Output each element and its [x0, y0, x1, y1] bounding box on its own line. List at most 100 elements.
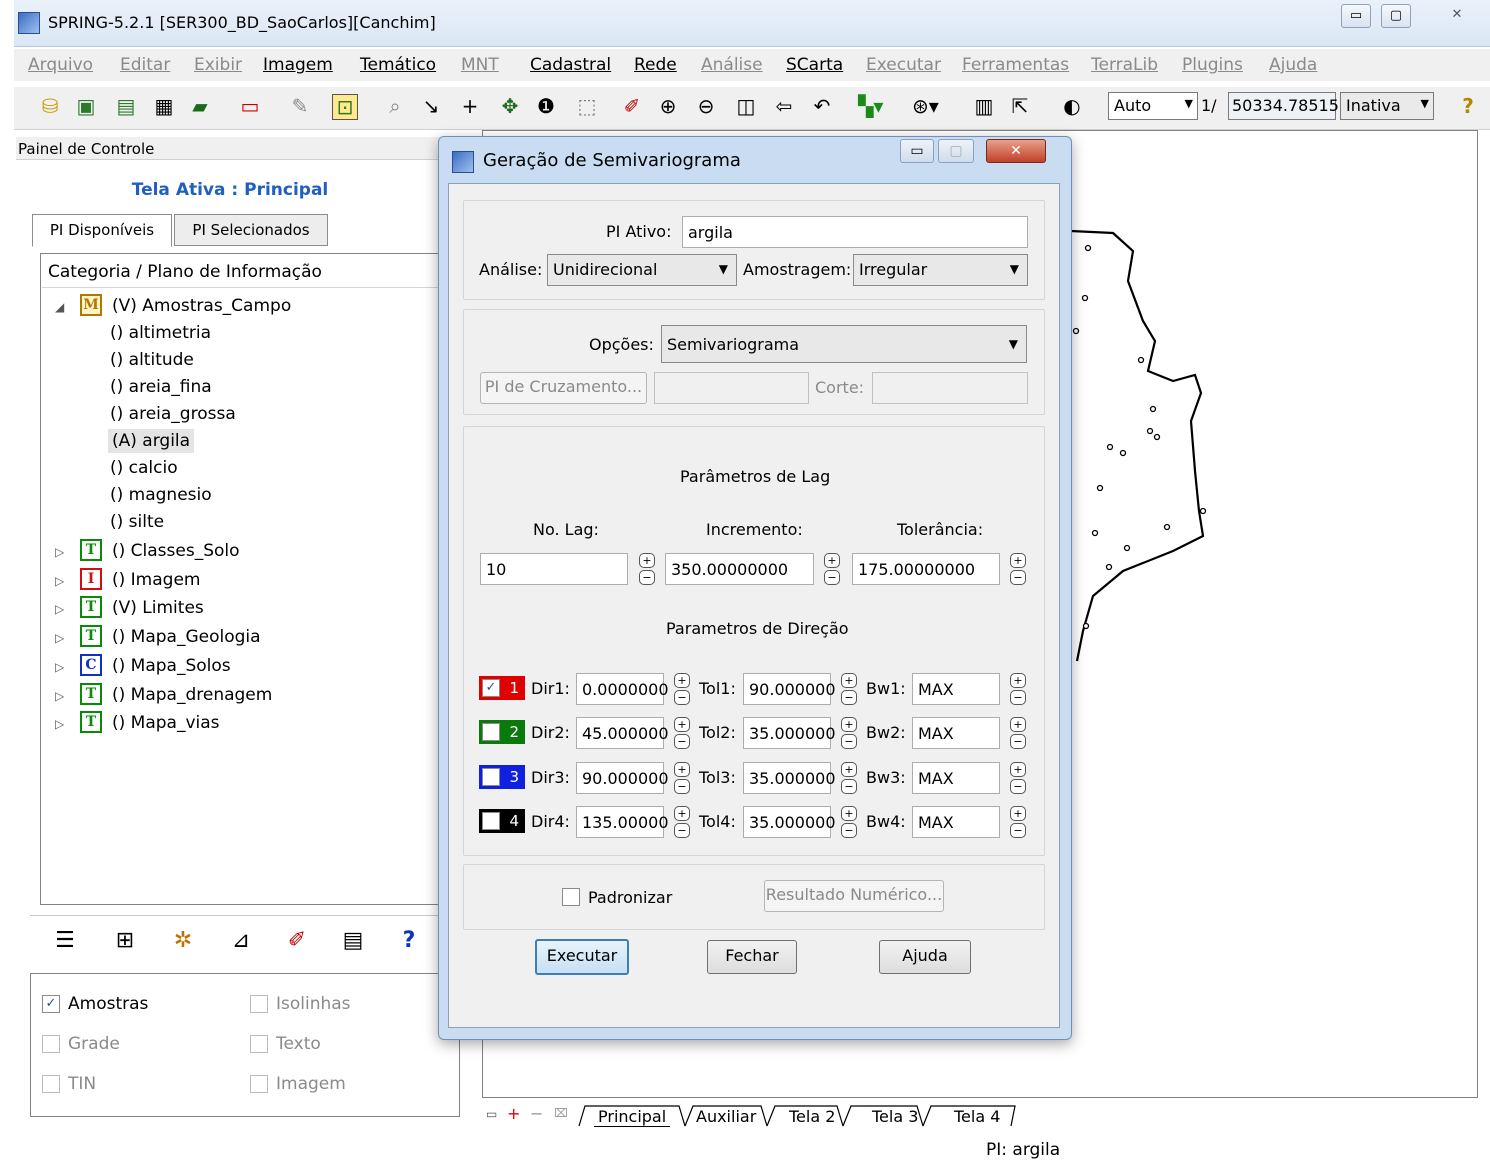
- dir4-stepper[interactable]: + −: [674, 806, 690, 838]
- direction-4-color[interactable]: 4: [479, 809, 525, 833]
- tree-item-argila[interactable]: (A) argila: [108, 429, 195, 453]
- zoom-in-icon[interactable]: ⊕: [656, 94, 680, 118]
- tree-category-classes-solo[interactable]: () Classes_Solo: [112, 541, 240, 561]
- direction-3-color[interactable]: 3: [479, 765, 525, 789]
- palette-icon[interactable]: ◐: [1060, 94, 1084, 118]
- polygon-icon[interactable]: ▰: [188, 94, 212, 118]
- incremento-field[interactable]: 350.00000000: [665, 553, 814, 585]
- window-icon[interactable]: ▭: [238, 94, 262, 118]
- bw3-stepper[interactable]: + −: [1010, 762, 1026, 794]
- bw3-field[interactable]: MAX: [912, 762, 1000, 794]
- tree-category-amostras[interactable]: (V) Amostras_Campo: [112, 296, 291, 316]
- direction-2-color[interactable]: 2: [479, 720, 525, 744]
- layer-dropdown-icon[interactable]: ▚▾: [858, 94, 883, 118]
- question-icon[interactable]: ?: [1456, 94, 1480, 118]
- edit-pen-icon[interactable]: ✐: [620, 94, 644, 118]
- dialog-maximize-button[interactable]: ▢: [938, 139, 974, 163]
- tree-category-imagem[interactable]: () Imagem: [112, 570, 200, 590]
- dialog-close-button[interactable]: ✕: [986, 139, 1046, 163]
- tol4-field[interactable]: 35.000000: [743, 806, 836, 838]
- menu-mnt[interactable]: MNT: [461, 55, 499, 75]
- tol1-field[interactable]: 90.000000: [743, 673, 836, 705]
- menu-tematico[interactable]: Temático: [360, 55, 436, 75]
- zoom-out-icon[interactable]: ⊖: [694, 94, 718, 118]
- opcoes-select[interactable]: Semivariograma ▼: [661, 325, 1027, 363]
- direction-3-checkbox[interactable]: [482, 768, 500, 786]
- executar-button[interactable]: Executar: [535, 939, 629, 975]
- texto-checkbox[interactable]: [250, 1035, 268, 1053]
- menu-rede[interactable]: Rede: [634, 55, 677, 75]
- undo-icon[interactable]: ↶: [810, 94, 834, 118]
- tolerancia-stepper[interactable]: + −: [1010, 553, 1026, 585]
- zoom-dropdown-icon[interactable]: ⊛▾: [912, 94, 939, 118]
- tree-item-areia-grossa[interactable]: () areia_grossa: [110, 404, 236, 424]
- restore-icon[interactable]: ▭: [486, 1107, 497, 1121]
- tree-item-silte[interactable]: () silte: [110, 512, 164, 532]
- direction-1-color[interactable]: ✓ 1: [479, 676, 525, 700]
- tol2-field[interactable]: 35.000000: [743, 717, 836, 749]
- incremento-stepper[interactable]: + −: [824, 553, 840, 585]
- info-icon[interactable]: ❶: [534, 94, 558, 118]
- minimize-button[interactable]: ▭: [1341, 4, 1371, 28]
- select-icon[interactable]: ⬚: [575, 94, 599, 118]
- table-icon[interactable]: ⊞: [112, 928, 138, 953]
- amostragem-select[interactable]: Irregular ▼: [853, 254, 1028, 286]
- dir4-field[interactable]: 135.00000: [576, 806, 669, 838]
- tol3-field[interactable]: 35.000000: [743, 762, 836, 794]
- visual-icon[interactable]: ✲: [170, 928, 196, 953]
- tree-category-mapa-drenagem[interactable]: () Mapa_drenagem: [112, 685, 272, 705]
- scale-field[interactable]: 50334.78515: [1228, 92, 1339, 120]
- expand-arrow-icon[interactable]: ▷: [55, 574, 64, 588]
- database-icon[interactable]: ⛁: [38, 94, 62, 118]
- zoom-area-icon[interactable]: ◫: [734, 94, 758, 118]
- expand-arrow-icon[interactable]: ▷: [55, 660, 64, 674]
- direction-2-checkbox[interactable]: [482, 723, 500, 741]
- help-icon[interactable]: ?: [396, 928, 422, 953]
- tree-item-altimetria[interactable]: () altimetria: [110, 323, 211, 343]
- menu-imagem[interactable]: Imagem: [263, 55, 333, 75]
- tab-pi-disponiveis[interactable]: PI Disponíveis: [32, 214, 172, 247]
- menu-ferramentas[interactable]: Ferramentas: [962, 55, 1069, 75]
- dialog-minimize-button[interactable]: ▭: [900, 139, 934, 163]
- tol1-stepper[interactable]: + −: [841, 673, 857, 705]
- ajuda-button[interactable]: Ajuda: [879, 940, 971, 974]
- no-lag-stepper[interactable]: + −: [639, 553, 655, 585]
- bw4-stepper[interactable]: + −: [1010, 806, 1026, 838]
- tree-item-altitude[interactable]: () altitude: [110, 350, 194, 370]
- expand-arrow-icon[interactable]: ▷: [55, 717, 64, 731]
- menu-editar[interactable]: Editar: [120, 55, 170, 75]
- padronizar-checkbox[interactable]: [562, 888, 580, 906]
- grid-icon[interactable]: ▦: [152, 94, 176, 118]
- no-lag-field[interactable]: 10: [480, 553, 628, 585]
- fechar-button[interactable]: Fechar: [707, 940, 797, 974]
- menu-executar[interactable]: Executar: [866, 55, 941, 75]
- tin-checkbox[interactable]: [42, 1075, 60, 1093]
- close-button[interactable]: ✕: [1440, 4, 1474, 26]
- menu-analise[interactable]: Análise: [701, 55, 763, 75]
- dir2-stepper[interactable]: + −: [674, 717, 690, 749]
- menu-scarta[interactable]: SCarta: [786, 55, 843, 75]
- tol2-stepper[interactable]: + −: [841, 717, 857, 749]
- remove-screen-icon[interactable]: −: [530, 1104, 543, 1123]
- grade-checkbox[interactable]: [42, 1035, 60, 1053]
- list-icon[interactable]: ☰: [52, 928, 78, 953]
- menu-terralib[interactable]: TerraLib: [1091, 55, 1158, 75]
- bw1-field[interactable]: MAX: [912, 673, 1000, 705]
- dir1-field[interactable]: 0.0000000: [576, 673, 669, 705]
- bw4-field[interactable]: MAX: [912, 806, 1000, 838]
- tree-category-limites[interactable]: (V) Limites: [112, 598, 204, 618]
- expand-arrow-icon[interactable]: ▷: [55, 602, 64, 616]
- bw1-stepper[interactable]: + −: [1010, 673, 1026, 705]
- edit-pen-icon[interactable]: ✐: [284, 928, 310, 953]
- back-icon[interactable]: ⇦: [772, 94, 796, 118]
- cursor-info-icon[interactable]: ↘: [419, 94, 443, 118]
- tree-item-areia-fina[interactable]: () areia_fina: [110, 377, 212, 397]
- menu-cadastral[interactable]: Cadastral: [530, 55, 611, 75]
- tree-category-mapa-vias[interactable]: () Mapa_vias: [112, 713, 220, 733]
- tol3-stepper[interactable]: + −: [841, 762, 857, 794]
- pi-cruzamento-field[interactable]: [654, 372, 809, 404]
- menu-exibir[interactable]: Exibir: [194, 55, 242, 75]
- pan-icon[interactable]: ✥: [498, 94, 522, 118]
- collapse-arrow-icon[interactable]: ◢: [55, 300, 64, 314]
- isolinhas-checkbox[interactable]: [250, 995, 268, 1013]
